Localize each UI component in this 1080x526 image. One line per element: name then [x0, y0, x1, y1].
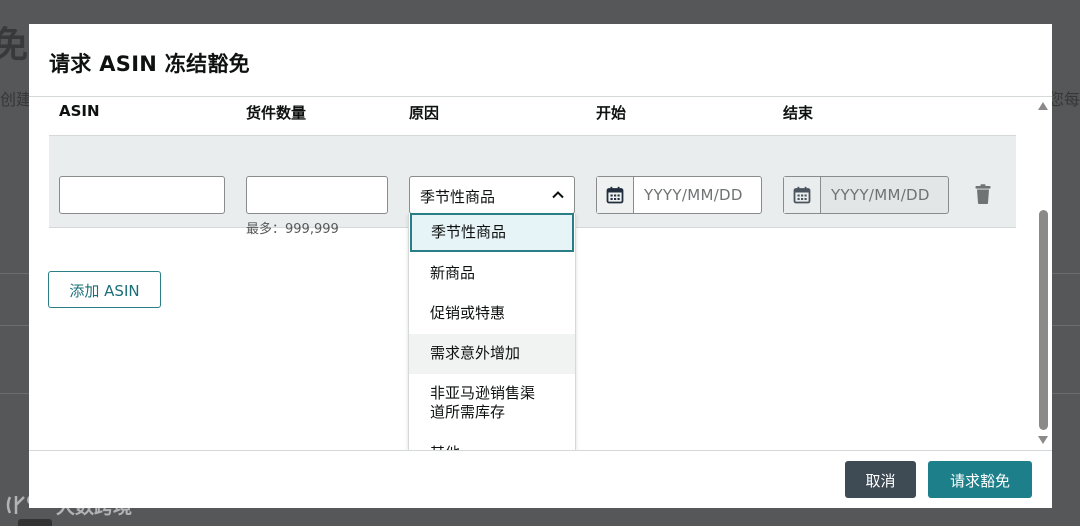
- watermark-text: 大数跨境: [56, 495, 133, 518]
- chevron-up-icon: [552, 191, 564, 199]
- background-title: 免: [0, 25, 29, 66]
- reason-option-non-amazon-channel[interactable]: 非亚马逊销售渠 道所需库存: [409, 374, 575, 434]
- modal-footer: 取消 请求豁免: [29, 450, 1052, 508]
- calendar-icon[interactable]: [784, 177, 821, 213]
- end-date-placeholder: YYYY/MM/DD: [831, 186, 930, 204]
- add-asin-button[interactable]: 添加 ASIN: [48, 271, 161, 308]
- reason-dropdown-menu: 季节性商品 新商品 促销或特惠 需求意外增加 非亚马逊销售渠 道所需库存 其他: [408, 213, 576, 450]
- modal-title: 请求 ASIN 冻结豁免: [49, 52, 250, 76]
- calendar-icon[interactable]: [597, 177, 634, 213]
- reason-option-non-amazon-channel-line2: 道所需库存: [430, 403, 506, 421]
- scroll-up-arrow-icon[interactable]: [1038, 102, 1048, 110]
- background-text-right: 您每: [1047, 90, 1080, 109]
- start-date-placeholder: YYYY/MM/DD: [644, 186, 743, 204]
- modal-header: 请求 ASIN 冻结豁免: [29, 24, 1052, 97]
- column-header-reason: 原因: [409, 104, 440, 122]
- quantity-input[interactable]: [246, 176, 388, 214]
- watermark: 大数跨境: [4, 490, 132, 520]
- cancel-button[interactable]: 取消: [845, 461, 916, 498]
- reason-option-promotion[interactable]: 促销或特惠: [409, 294, 575, 334]
- column-header-end: 结束: [783, 104, 814, 122]
- background-text-left: 创建: [0, 90, 33, 109]
- asin-freeze-exemption-modal: 请求 ASIN 冻结豁免 ASIN 货件数量 原因 开始 结束 最多：999,9…: [29, 24, 1052, 508]
- reason-select-value: 季节性商品: [420, 188, 496, 206]
- reason-option-demand-increase[interactable]: 需求意外增加: [409, 334, 575, 374]
- end-date-input[interactable]: YYYY/MM/DD: [783, 176, 949, 214]
- column-header-asin: ASIN: [59, 102, 100, 120]
- quantity-hint: 最多：999,999: [246, 222, 339, 237]
- trash-icon[interactable]: [975, 184, 991, 204]
- reason-option-non-amazon-channel-line1: 非亚马逊销售渠: [430, 384, 536, 402]
- reason-option-new[interactable]: 新商品: [409, 254, 575, 294]
- request-exemption-button[interactable]: 请求豁免: [928, 461, 1032, 498]
- reason-option-other[interactable]: 其他: [409, 434, 575, 450]
- scroll-down-arrow-icon[interactable]: [1038, 436, 1048, 444]
- modal-scrollbar[interactable]: [1035, 98, 1052, 450]
- reason-option-seasonal[interactable]: 季节性商品: [410, 213, 574, 252]
- watermark-logo-icon: [6, 495, 47, 514]
- asin-input[interactable]: [59, 176, 225, 214]
- scrollbar-thumb[interactable]: [1039, 210, 1048, 430]
- column-header-quantity: 货件数量: [246, 104, 307, 122]
- modal-body: ASIN 货件数量 原因 开始 结束 最多：999,999 季节性商品 YYYY…: [29, 98, 1052, 450]
- column-header-start: 开始: [596, 104, 627, 122]
- background-bar: [18, 519, 52, 526]
- start-date-input[interactable]: YYYY/MM/DD: [596, 176, 762, 214]
- reason-select[interactable]: 季节性商品: [409, 176, 575, 214]
